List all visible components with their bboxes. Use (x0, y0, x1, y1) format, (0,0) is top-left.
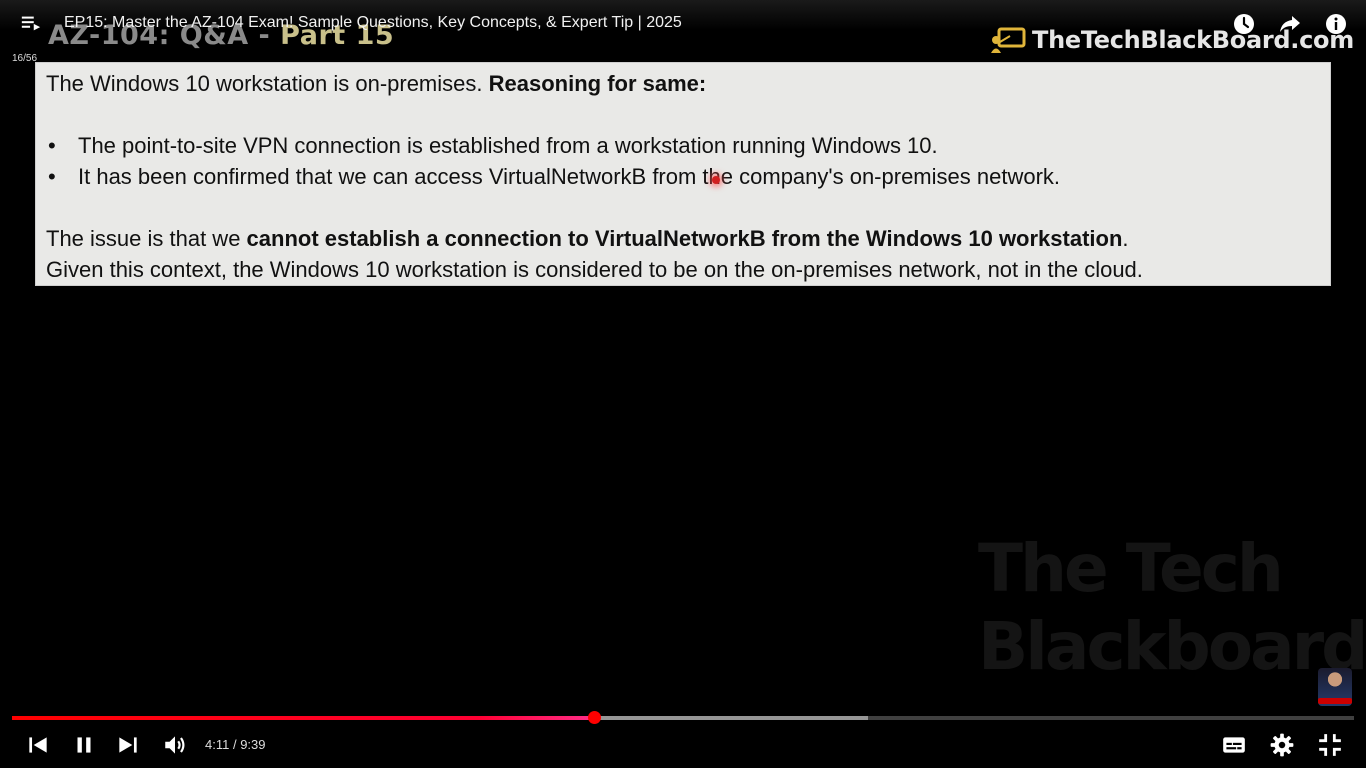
time-display: 4:11 / 9:39 (205, 737, 266, 752)
progress-played (12, 716, 595, 720)
watch-later-icon[interactable] (1232, 12, 1256, 36)
previous-icon[interactable] (25, 732, 51, 758)
time-current: 4:11 (205, 737, 230, 752)
settings-icon[interactable] (1269, 732, 1295, 758)
next-icon[interactable] (115, 732, 141, 758)
presenter-thumbnail (1318, 668, 1352, 706)
top-right-actions (1232, 12, 1348, 36)
pointer-dot (712, 176, 720, 184)
player-controls: 4:11 / 9:39 (0, 724, 1366, 768)
pause-icon[interactable] (71, 732, 97, 758)
slide-issue: The issue is that we cannot establish a … (46, 223, 1320, 254)
slide-intro-bold: Reasoning for same: (488, 71, 707, 96)
info-icon[interactable] (1324, 12, 1348, 36)
exit-fullscreen-icon[interactable] (1317, 732, 1343, 758)
slide-bullet-list: The point-to-site VPN connection is esta… (46, 130, 1320, 192)
video-frame[interactable]: AZ-104: Q&A - Part 15 TheTechBlackBoard.… (0, 0, 1366, 768)
progress-bar[interactable] (12, 711, 1354, 724)
time-separator: / (229, 737, 241, 752)
time-total: 9:39 (240, 737, 266, 752)
slide-intro: The Windows 10 workstation is on-premise… (46, 68, 1320, 99)
playlist-icon[interactable] (20, 12, 42, 34)
watermark-line-2: Blackboard (978, 608, 1366, 685)
watermark-logo: The Tech Blackboard (978, 520, 1366, 695)
watermark-line-1: The Tech (978, 530, 1284, 607)
slide-issue-bold: cannot establish a connection to Virtual… (246, 226, 1123, 251)
slide-content-box: The Windows 10 workstation is on-premise… (35, 62, 1331, 286)
slide-intro-text: The Windows 10 workstation is on-premise… (46, 71, 489, 96)
slide-conclusion: Given this context, the Windows 10 works… (46, 257, 1143, 282)
playlist-position: 16/56 (12, 53, 38, 64)
subtitles-icon[interactable] (1221, 732, 1247, 758)
share-icon[interactable] (1278, 12, 1302, 36)
blackboard-logo-icon (991, 27, 1026, 53)
slide-issue-end: . (1122, 226, 1129, 251)
volume-icon[interactable] (162, 732, 188, 758)
slide-issue-text: The issue is that we (46, 226, 247, 251)
video-title[interactable]: EP15: Master the AZ-104 Exam! Sample Que… (64, 14, 682, 32)
slide-bullet: It has been confirmed that we can access… (46, 161, 1320, 192)
slide-bullet: The point-to-site VPN connection is esta… (46, 130, 1320, 161)
